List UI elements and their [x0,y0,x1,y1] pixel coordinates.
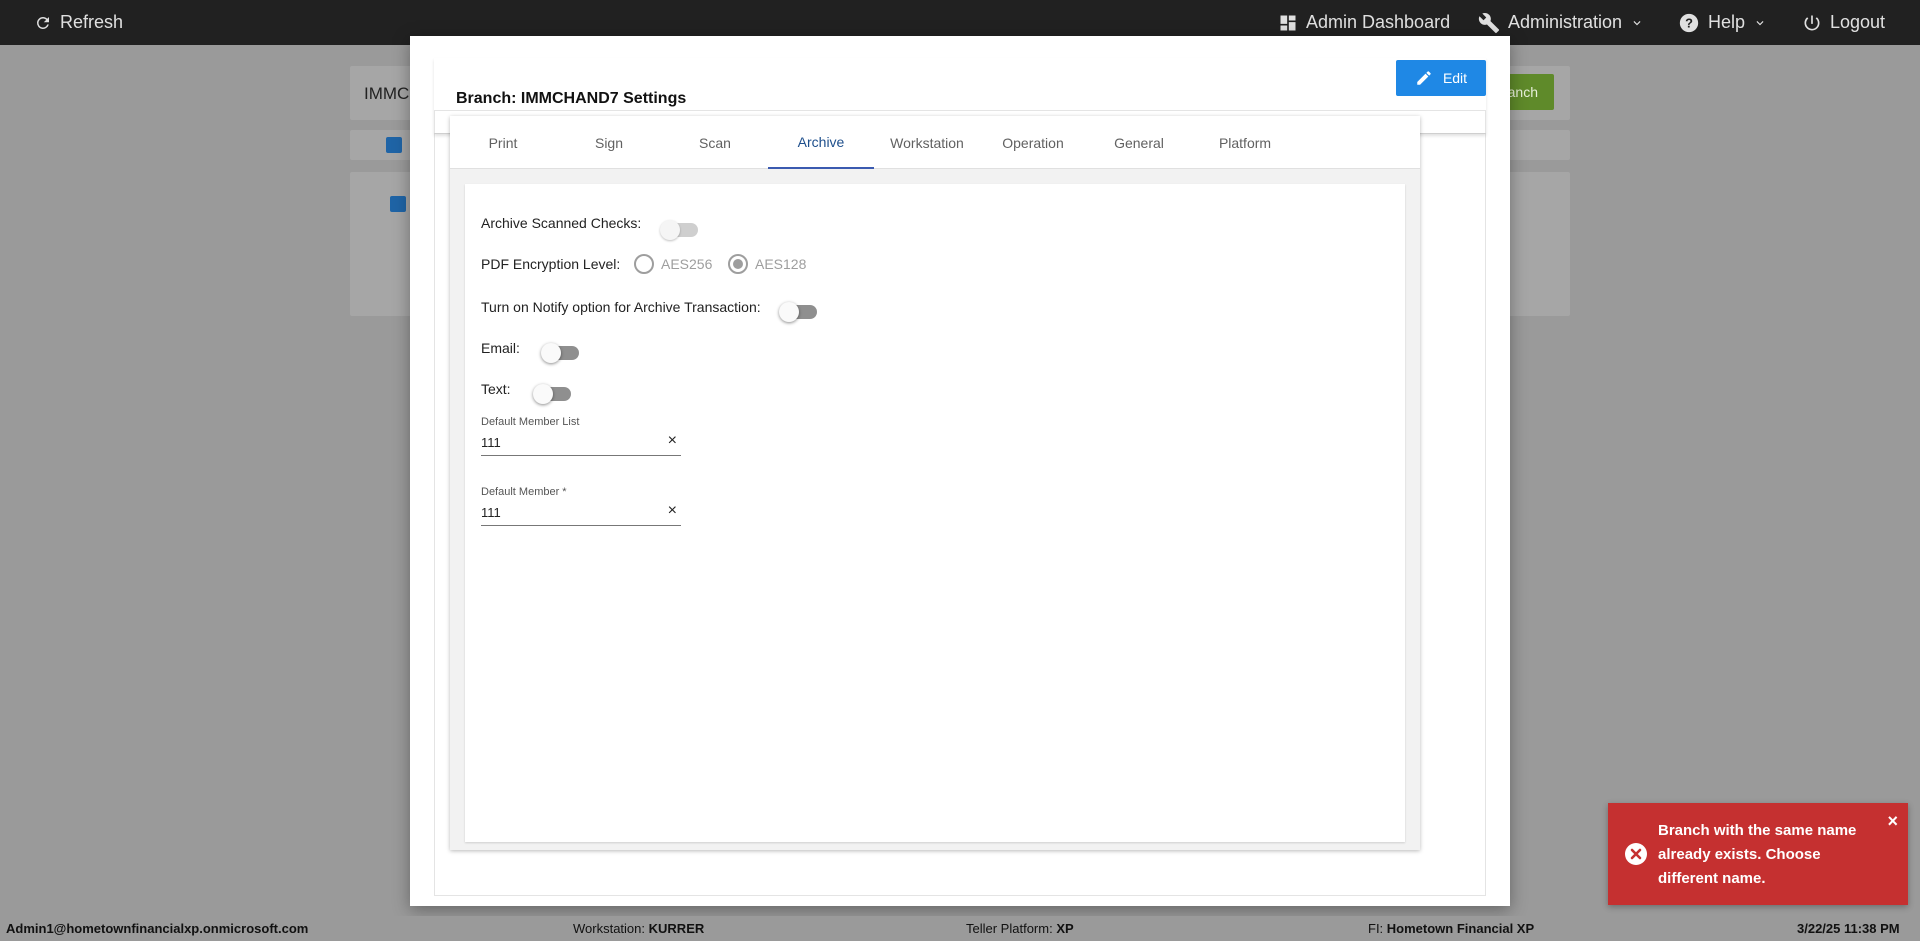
error-circle-icon [1625,843,1647,865]
tab-platform[interactable]: Platform [1192,116,1298,169]
error-toast: Branch with the same name already exists… [1608,803,1908,905]
footer-fi: FI: Hometown Financial XP [1368,921,1535,936]
default-member-list-value: 111 [481,435,501,450]
settings-card: Print Sign Scan Archive Workstation Oper… [450,116,1420,850]
settings-tabs: Print Sign Scan Archive Workstation Oper… [450,116,1420,169]
tab-workstation[interactable]: Workstation [874,116,980,169]
footer-user: Admin1@hometownfinancialxp.onmicrosoft.c… [6,921,309,936]
footer-teller-platform-value: XP [1056,921,1074,936]
power-icon [1804,15,1820,30]
footer-workstation-value: KURRER [648,921,705,936]
notify-option-toggle[interactable] [779,302,817,322]
chevron-down-icon [1756,20,1764,25]
logout-button[interactable]: Logout [1802,0,1885,45]
chevron-down-icon [1633,20,1641,25]
background-select-all-checkbox [386,137,402,153]
default-member-label: Default Member * [481,486,567,498]
default-member-field[interactable]: Default Member * 111 × [481,486,681,532]
background-row-checkbox [390,196,406,212]
text-toggle[interactable] [533,384,571,404]
archive-scanned-checks-label: Archive Scanned Checks: [481,215,642,231]
pencil-icon [1417,71,1431,85]
pdf-encryption-label: PDF Encryption Level: [481,256,621,272]
aes128-radio[interactable] [728,254,748,274]
field-underline [481,455,681,456]
default-member-list-label: Default Member List [481,416,580,428]
help-label: Help [1708,12,1746,32]
tab-operation[interactable]: Operation [980,116,1086,169]
dashboard-icon [1280,15,1296,30]
clear-icon[interactable]: × [668,502,677,520]
default-member-list-field[interactable]: Default Member List 111 × [481,416,681,462]
footer-fi-value: Hometown Financial XP [1386,921,1535,936]
svg-text:?: ? [1685,15,1693,30]
text-label: Text: [481,381,511,397]
admin-dashboard-label: Admin Dashboard [1306,12,1451,32]
toast-message: Branch with the same name already exists… [1658,822,1857,887]
footer-datetime: 3/22/25 11:38 PM [1797,921,1900,936]
archive-panel: Archive Scanned Checks: PDF Encryption L… [465,184,1405,842]
help-menu[interactable]: ? Help [1678,0,1767,45]
notify-option-label: Turn on Notify option for Archive Transa… [481,299,761,315]
modal-title: Branch: IMMCHAND7 Settings [456,90,687,107]
refresh-label: Refresh [60,12,124,32]
aes256-radio[interactable] [634,254,654,274]
close-icon[interactable]: × [1887,811,1898,832]
status-footer: Admin1@hometownfinancialxp.onmicrosoft.c… [0,916,1920,941]
aes128-label: AES128 [755,256,807,272]
field-underline [481,525,681,526]
default-member-value: 111 [481,505,501,520]
clear-icon[interactable]: × [668,432,677,450]
footer-teller-platform: Teller Platform: XP [966,921,1074,936]
email-label: Email: [481,340,520,356]
tab-print[interactable]: Print [450,116,556,169]
logout-label: Logout [1830,12,1886,32]
wrench-icon [1478,12,1500,33]
email-toggle[interactable] [541,343,579,363]
branch-settings-modal: Branch: IMMCHAND7 Settings Edit Print Si… [410,36,1510,906]
footer-workstation: Workstation: KURRER [573,921,705,936]
administration-label: Administration [1508,12,1623,32]
archive-scanned-checks-toggle[interactable] [660,220,698,240]
refresh-icon [36,16,49,29]
background-search-value: IMMC [364,84,410,103]
tab-scan[interactable]: Scan [662,116,768,169]
tab-sign[interactable]: Sign [556,116,662,169]
help-icon: ? [1679,13,1699,32]
tab-general[interactable]: General [1086,116,1192,169]
refresh-button[interactable]: Refresh [34,0,123,45]
edit-button[interactable]: Edit [1396,60,1486,96]
edit-label: Edit [1442,70,1468,86]
aes256-label: AES256 [661,256,713,272]
tab-archive[interactable]: Archive [768,116,874,169]
